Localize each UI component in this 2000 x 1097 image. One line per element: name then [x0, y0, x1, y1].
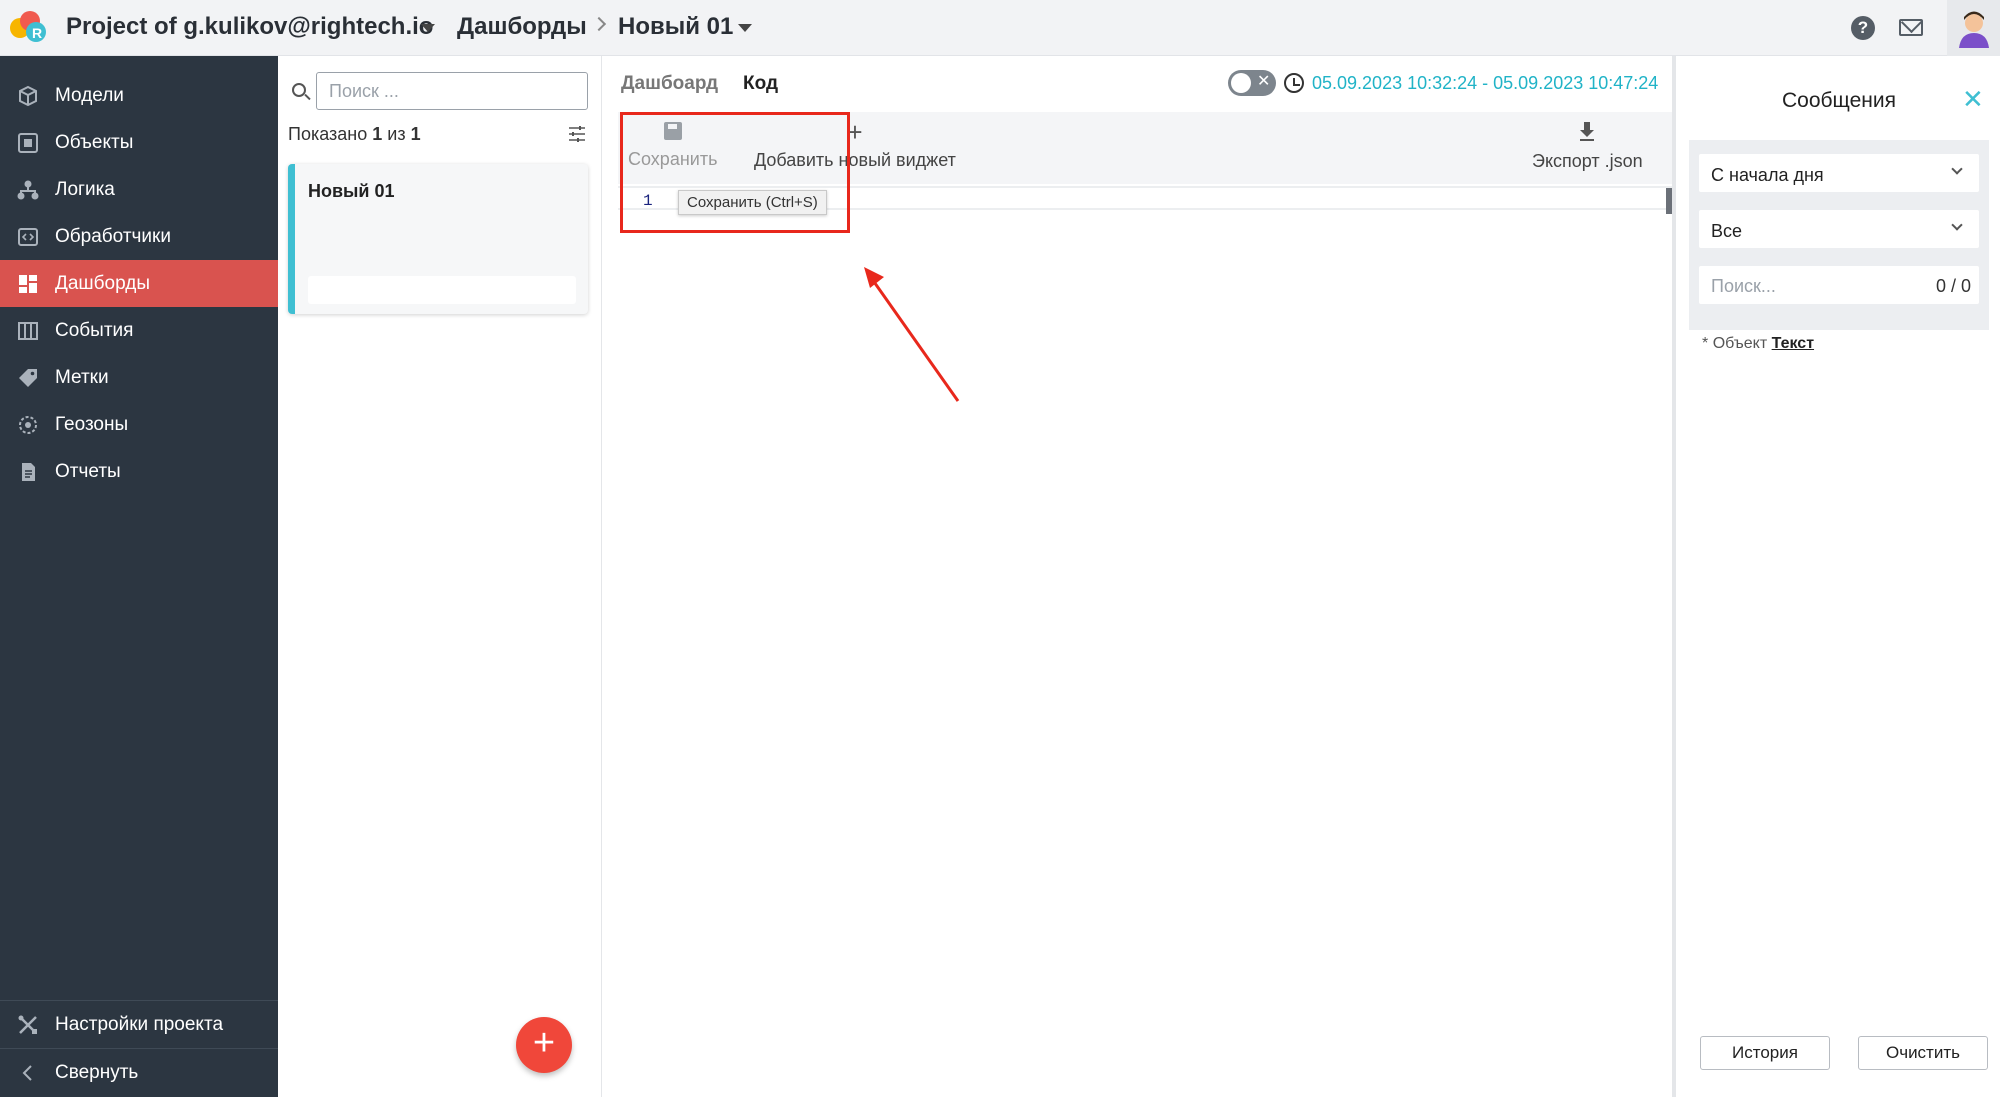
download-icon: [1578, 122, 1596, 142]
sidebar-item-logic[interactable]: Логика: [0, 166, 278, 213]
card-footer: [308, 276, 576, 304]
sidebar-item-models[interactable]: Модели: [0, 72, 278, 119]
sidebar: Модели Объекты Логика Обработчики Дашбор…: [0, 56, 278, 1097]
code-editor[interactable]: 1 Сохранить (Ctrl+S): [618, 186, 1676, 1097]
messages-filters: С начала дня Все Поиск... 0 / 0: [1689, 140, 1989, 330]
view-tabs: Дашбоард Код ✕ 05.09.2023 10:32:24 - 05.…: [602, 56, 1676, 112]
chevron-down-icon: [1951, 219, 1963, 231]
clear-button[interactable]: Очистить: [1858, 1036, 1988, 1070]
breadcrumb-section[interactable]: Дашборды: [457, 13, 587, 41]
legend-text-link[interactable]: Текст: [1772, 335, 1814, 352]
sidebar-item-label: Метки: [55, 366, 109, 388]
legend-object: Объект: [1712, 335, 1768, 352]
geozone-icon: [19, 415, 37, 434]
chevron-down-icon: [1951, 163, 1963, 175]
date-range[interactable]: 05.09.2023 10:32:24 - 05.09.2023 10:47:2…: [1312, 73, 1658, 94]
filter-sliders-icon[interactable]: [568, 125, 586, 143]
card-title: Новый 01: [308, 181, 395, 201]
tag-icon: [19, 368, 37, 387]
tab-dashboard[interactable]: Дашбоард: [621, 73, 718, 95]
annotation-highlight-box: [620, 112, 850, 233]
sidebar-item-label: Геозоны: [55, 413, 129, 435]
sidebar-item-label: Дашборды: [55, 272, 150, 294]
breadcrumb-current[interactable]: Новый 01: [618, 13, 733, 41]
export-label: Экспорт .json: [1532, 151, 1643, 171]
type-select[interactable]: Все: [1699, 210, 1979, 248]
export-json-button[interactable]: Экспорт .json: [1532, 122, 1643, 172]
messages-search-input[interactable]: Поиск... 0 / 0: [1699, 266, 1979, 304]
object-icon: [18, 132, 38, 153]
avatar: [1959, 11, 1989, 48]
project-dropdown-caret-icon[interactable]: [421, 24, 435, 32]
tools-icon: [18, 1015, 37, 1034]
close-icon[interactable]: ✕: [1962, 84, 1984, 115]
sidebar-item-tags[interactable]: Метки: [0, 354, 278, 401]
card-accent-bar: [288, 164, 295, 314]
sidebar-item-label: Модели: [55, 84, 124, 106]
report-icon: [22, 462, 35, 481]
logic-tree-icon: [17, 180, 39, 199]
history-button[interactable]: История: [1700, 1036, 1830, 1070]
sidebar-item-label: Отчеты: [55, 460, 121, 482]
dashboard-icon: [19, 274, 37, 293]
period-select-value: С начала дня: [1711, 165, 1824, 185]
sidebar-item-label: Свернуть: [55, 1061, 139, 1083]
shown-count: Показано 1 из 1: [288, 124, 421, 145]
shown-prefix: Показано: [288, 124, 368, 144]
live-toggle[interactable]: ✕: [1228, 70, 1276, 96]
messages-legend: * Объект Текст: [1702, 335, 1814, 353]
sidebar-item-label: Обработчики: [55, 225, 171, 247]
sidebar-item-label: Настройки проекта: [55, 1013, 224, 1035]
toggle-off-icon: ✕: [1257, 73, 1271, 90]
annotation-arrow-icon: [864, 267, 960, 402]
mail-icon[interactable]: [1899, 19, 1923, 36]
period-select[interactable]: С начала дня: [1699, 154, 1979, 192]
shown-of: из: [387, 124, 406, 144]
code-icon: [18, 227, 38, 246]
sidebar-item-reports[interactable]: Отчеты: [0, 448, 278, 495]
legend-star: *: [1702, 335, 1709, 352]
sidebar-item-label: Логика: [55, 178, 115, 200]
breadcrumb-chevron-icon: [591, 16, 607, 32]
help-icon[interactable]: ?: [1851, 16, 1875, 40]
sidebar-item-handlers[interactable]: Обработчики: [0, 213, 278, 260]
search-icon: [292, 83, 306, 97]
shown-total-value: 1: [410, 124, 421, 144]
search-placeholder: Поиск...: [1711, 276, 1776, 296]
dashboard-list-panel: Показано 1 из 1 Новый 01 +: [278, 56, 602, 1097]
history-clock-icon[interactable]: [1284, 73, 1304, 93]
sidebar-item-label: События: [55, 319, 134, 341]
toggle-knob: [1231, 73, 1251, 93]
top-bar: R Project of g.kulikov@rightech.io Дашбо…: [0, 0, 2000, 56]
chevron-left-icon: [22, 1064, 32, 1081]
sidebar-item-objects[interactable]: Объекты: [0, 119, 278, 166]
shown-count-value: 1: [372, 124, 383, 144]
dashboard-dropdown-caret-icon[interactable]: [738, 24, 752, 32]
dashboard-card[interactable]: Новый 01: [288, 164, 588, 314]
sidebar-item-label: Объекты: [55, 131, 134, 153]
add-dashboard-button[interactable]: +: [516, 1017, 572, 1073]
project-name[interactable]: Project of g.kulikov@rightech.io: [66, 13, 433, 41]
cube-icon: [19, 85, 37, 106]
search-input[interactable]: [316, 72, 588, 110]
sidebar-item-geozones[interactable]: Геозоны: [0, 401, 278, 448]
search-count: 0 / 0: [1935, 276, 1971, 296]
messages-title: Сообщения: [1782, 89, 1896, 112]
tab-code[interactable]: Код: [743, 73, 778, 95]
avatar-button[interactable]: [1947, 0, 2000, 56]
sidebar-collapse[interactable]: Свернуть: [0, 1049, 278, 1096]
sidebar-item-dashboards[interactable]: Дашборды: [0, 260, 278, 307]
app-logo[interactable]: R: [8, 8, 50, 48]
messages-panel: Сообщения ✕ С начала дня Все Поиск... 0 …: [1676, 56, 2000, 1097]
sidebar-item-events[interactable]: События: [0, 307, 278, 354]
sidebar-project-settings[interactable]: Настройки проекта: [0, 1001, 278, 1048]
type-select-value: Все: [1711, 221, 1743, 241]
svg-text:R: R: [32, 25, 42, 41]
events-icon: [18, 321, 38, 340]
